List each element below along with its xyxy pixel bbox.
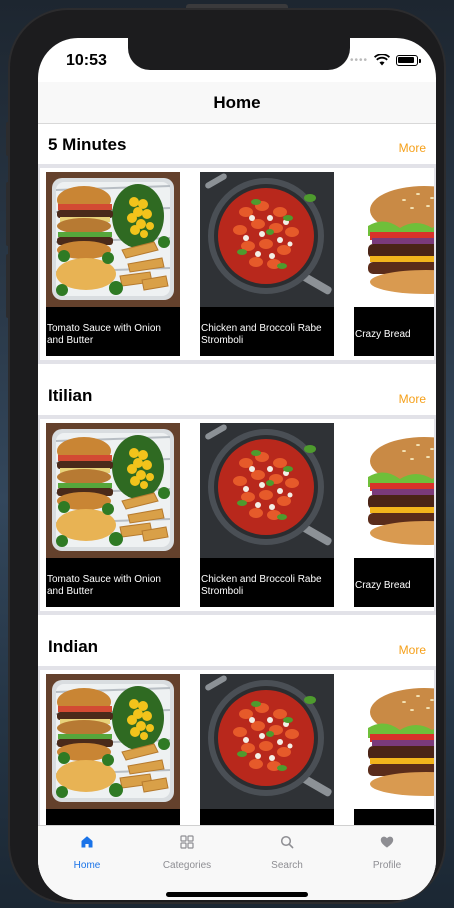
gnocchi-pan-image (200, 674, 334, 809)
home-indicator (166, 892, 308, 897)
section-0: 5 Minutes More Tomato Sauce with Onion a… (38, 125, 436, 364)
recipe-title: Tomato Sauce with Onion and Butter (47, 573, 161, 597)
section-carousel[interactable]: Tomato Sauce with Onion and Butter Chick… (38, 415, 436, 615)
section-title: Itilian (48, 386, 93, 405)
burger-platter-image (46, 423, 180, 558)
grid-icon (180, 835, 194, 849)
section-carousel[interactable] (38, 666, 436, 825)
heart-icon (380, 836, 394, 848)
notch (128, 38, 350, 70)
volume-down-button (6, 254, 10, 318)
home-icon (81, 836, 93, 848)
section-1: Itilian More Tomato Sauce with Onion and… (38, 376, 436, 615)
tab-profile-label: Profile (372, 860, 402, 871)
section-header: Itilian More (38, 376, 436, 415)
recipe-card[interactable]: Chicken and Broccoli Rabe Stromboli (200, 423, 334, 607)
section-title: Indian (48, 637, 99, 656)
more-link[interactable]: More (399, 392, 426, 406)
section-header: Indian More (38, 627, 436, 666)
recipe-card[interactable]: Crazy Bread (354, 423, 434, 607)
status-time: 10:53 (66, 52, 107, 69)
burger-image (354, 674, 434, 809)
recipe-title: Tomato Sauce with Onion and Butter (47, 322, 161, 346)
signal-icon: •••• (349, 54, 368, 66)
burger-platter-image (46, 172, 180, 307)
recipe-card[interactable]: Tomato Sauce with Onion and Butter (46, 172, 180, 356)
search-icon (280, 835, 294, 849)
section-title: 5 Minutes (48, 135, 127, 154)
recipe-card[interactable] (200, 674, 334, 825)
burger-image (354, 423, 434, 558)
burger-image (354, 172, 434, 307)
tab-search[interactable]: Search (247, 834, 327, 871)
mute-switch (6, 122, 10, 156)
recipe-card[interactable] (46, 674, 180, 825)
recipe-title: Crazy Bread (355, 579, 411, 591)
section-carousel[interactable]: Tomato Sauce with Onion and Butter Chick… (38, 164, 436, 364)
tab-categories-label: Categories (162, 860, 212, 871)
tab-profile[interactable]: Profile (347, 834, 427, 871)
section-header: 5 Minutes More (38, 125, 436, 164)
navigation-bar: Home (38, 82, 436, 124)
more-link[interactable]: More (399, 141, 426, 155)
recipe-card[interactable]: Crazy Bread (354, 172, 434, 356)
recipe-title: Chicken and Broccoli Rabe Stromboli (201, 573, 322, 597)
recipe-title (200, 815, 334, 825)
tab-home-label: Home (73, 860, 101, 871)
recipe-title (46, 815, 180, 825)
battery-icon (396, 54, 421, 66)
wifi-icon (374, 54, 390, 66)
recipe-title (354, 815, 434, 825)
gnocchi-pan-image (200, 172, 334, 307)
status-icons: •••• (349, 54, 421, 66)
tab-bar: Home Categories Search Profile (38, 825, 436, 900)
section-2: Indian More (38, 627, 436, 825)
recipe-card[interactable]: Chicken and Broccoli Rabe Stromboli (200, 172, 334, 356)
more-link[interactable]: More (399, 643, 426, 657)
screen: 10:53 •••• Home 5 Minutes More Tomato Sa… (38, 38, 436, 900)
gnocchi-pan-image (200, 423, 334, 558)
scroll-content[interactable]: 5 Minutes More Tomato Sauce with Onion a… (38, 125, 436, 825)
recipe-title: Chicken and Broccoli Rabe Stromboli (201, 322, 322, 346)
tab-home[interactable]: Home (47, 834, 127, 871)
tab-categories[interactable]: Categories (147, 834, 227, 871)
page-title: Home (213, 93, 261, 112)
recipe-title: Crazy Bread (355, 328, 411, 340)
phone-frame: 10:53 •••• Home 5 Minutes More Tomato Sa… (6, 10, 444, 902)
burger-platter-image (46, 674, 180, 809)
volume-up-button (6, 182, 10, 246)
recipe-card[interactable]: Tomato Sauce with Onion and Butter (46, 423, 180, 607)
recipe-card[interactable] (354, 674, 434, 825)
tab-search-label: Search (271, 860, 303, 871)
